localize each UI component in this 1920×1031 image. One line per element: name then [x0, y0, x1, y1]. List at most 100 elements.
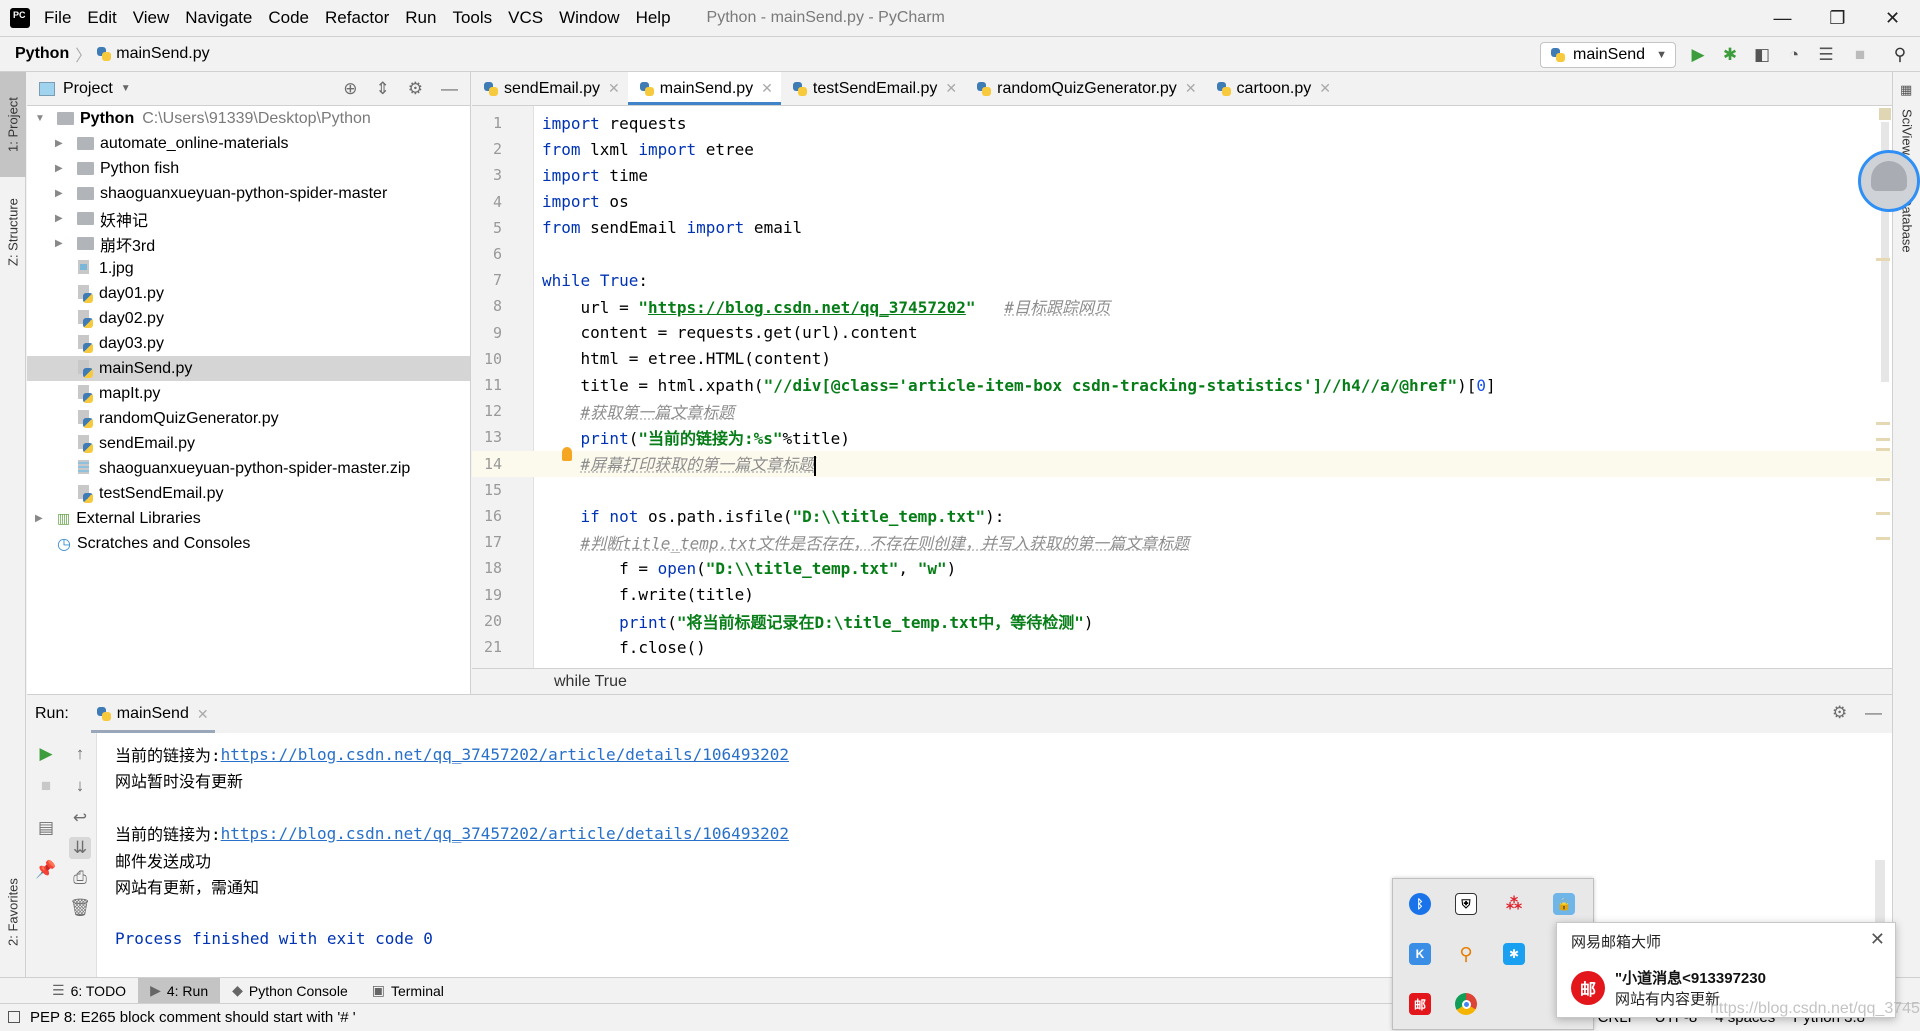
rerun-icon[interactable]: ▶	[35, 743, 57, 765]
lightbulb-icon[interactable]	[562, 447, 572, 461]
editor-tab[interactable]: testSendEmail.py ✕	[781, 72, 965, 105]
tree-item[interactable]: shaoguanxueyuan-python-spider-master.zip	[27, 456, 470, 481]
code-line[interactable]: 17 #判断title_temp.txt文件是否存在，不存在则创建，并写入获取的…	[472, 529, 1892, 555]
code-line[interactable]: 1 import requests	[472, 110, 1892, 136]
layout-icon[interactable]: ▤	[35, 817, 57, 839]
editor-tab[interactable]: randomQuizGenerator.py ✕	[965, 72, 1204, 105]
expand-arrow-icon[interactable]: ▶	[55, 138, 67, 149]
structure-tool-tab[interactable]: Z: Structure	[0, 182, 26, 282]
code-line[interactable]: 5 from sendEmail import email	[472, 215, 1892, 241]
code-line[interactable]: 9 content = requests.get(url).content	[472, 320, 1892, 346]
minimize-button[interactable]: —	[1755, 0, 1810, 36]
gear-icon[interactable]: ⚙	[408, 79, 423, 99]
stop-icon[interactable]: ■	[1850, 45, 1870, 65]
scroll-marker[interactable]	[1876, 448, 1890, 451]
menu-view[interactable]: View	[133, 8, 170, 28]
close-icon[interactable]: ✕	[761, 80, 773, 97]
tree-item[interactable]: day01.py	[27, 281, 470, 306]
expand-arrow-icon[interactable]: ▼	[35, 113, 47, 124]
chat-star-icon[interactable]: ✱	[1503, 943, 1525, 965]
menu-tools[interactable]: Tools	[452, 8, 492, 28]
favorites-tool-tab[interactable]: 2: Favorites	[0, 862, 26, 962]
code-line[interactable]: 18 f = open("D:\\title_temp.txt", "w")	[472, 555, 1892, 581]
breadcrumb-file[interactable]: mainSend.py	[116, 45, 209, 63]
locate-icon[interactable]: ⊕	[343, 79, 357, 99]
print-icon[interactable]: ⎙	[69, 867, 91, 889]
expand-arrow-icon[interactable]: ▶	[55, 213, 67, 224]
concurrency-icon[interactable]: ☰	[1816, 45, 1836, 65]
code-editor[interactable]: 1 import requests 2 from lxml import etree 3…	[472, 106, 1892, 668]
project-title[interactable]: Project	[63, 80, 113, 98]
menu-file[interactable]: File	[44, 8, 71, 28]
tree-item[interactable]: ▶ automate_online-materials	[27, 131, 470, 156]
code-line[interactable]: 21 f.close()	[472, 634, 1892, 660]
code-line[interactable]: 7 while True:	[472, 267, 1892, 293]
hide-panel-icon[interactable]: —	[1865, 703, 1882, 723]
console-link[interactable]: https://blog.csdn.net/qq_37457202/articl…	[221, 824, 789, 843]
code-line[interactable]: 13 print("当前的链接为:%s"%title)	[472, 424, 1892, 450]
tree-item[interactable]: mapIt.py	[27, 381, 470, 406]
expand-arrow-icon[interactable]: ▶	[55, 188, 67, 199]
breadcrumb-root[interactable]: Python	[15, 45, 69, 63]
close-icon[interactable]: ✕	[197, 706, 209, 723]
tree-root[interactable]: ▼ Python C:\Users\91339\Desktop\Python	[27, 106, 470, 131]
tree-item[interactable]: sendEmail.py	[27, 431, 470, 456]
code-line[interactable]: 12 #获取第一篇文章标题	[472, 398, 1892, 424]
security-shield-icon[interactable]: ⛨	[1455, 893, 1477, 915]
trash-icon[interactable]: 🗑	[69, 897, 91, 919]
down-arrow-icon[interactable]: ↓	[69, 775, 91, 797]
stop-icon[interactable]: ■	[35, 775, 57, 797]
scroll-marker[interactable]	[1876, 512, 1890, 515]
bottom-tab[interactable]: ▣ Terminal	[360, 978, 456, 1004]
code-line[interactable]: 14 #屏幕打印获取的第一篇文章标题	[472, 450, 1892, 477]
close-icon[interactable]: ✕	[608, 80, 620, 97]
tree-item[interactable]: day03.py	[27, 331, 470, 356]
close-window-button[interactable]: ✕	[1865, 0, 1920, 36]
code-line[interactable]: 8 url = "https://blog.csdn.net/qq_374572…	[472, 293, 1892, 319]
assistant-mascot-icon[interactable]	[1858, 150, 1920, 212]
status-toggle-icon[interactable]	[8, 1011, 20, 1023]
search-icon[interactable]: ⚲	[1890, 45, 1910, 65]
code-line[interactable]: 19 f.write(title)	[472, 582, 1892, 608]
menu-vcs[interactable]: VCS	[508, 8, 543, 28]
restore-button[interactable]: ❐	[1810, 0, 1865, 36]
scroll-marker[interactable]	[1876, 422, 1890, 425]
mail-app-icon[interactable]: 邮	[1409, 993, 1431, 1015]
tree-item[interactable]: ▶ Python fish	[27, 156, 470, 181]
code-line[interactable]: 6	[472, 241, 1892, 267]
menu-help[interactable]: Help	[636, 8, 671, 28]
tree-item[interactable]: testSendEmail.py	[27, 481, 470, 506]
scroll-marker[interactable]	[1876, 537, 1890, 540]
project-tool-tab[interactable]: 1: Project	[0, 72, 26, 177]
run-icon[interactable]: ▶	[1688, 45, 1708, 65]
close-icon[interactable]: ✕	[1319, 80, 1331, 97]
chrome-icon[interactable]	[1455, 993, 1477, 1015]
tree-item[interactable]: mainSend.py	[27, 356, 470, 381]
code-line[interactable]: 16 if not os.path.isfile("D:\\title_temp…	[472, 503, 1892, 529]
menu-navigate[interactable]: Navigate	[185, 8, 252, 28]
tree-item[interactable]: day02.py	[27, 306, 470, 331]
code-line[interactable]: 20 print("将当前标题记录在D:\title_temp.txt中，等待检…	[472, 608, 1892, 634]
bottom-tab[interactable]: ◆ Python Console	[220, 978, 360, 1004]
app-dots-icon[interactable]: ⁂	[1503, 893, 1525, 915]
close-icon[interactable]: ✕	[1870, 929, 1885, 950]
tree-external-libraries[interactable]: ▶ ▥ External Libraries	[27, 506, 470, 531]
editor-tab[interactable]: cartoon.py ✕	[1205, 72, 1339, 105]
expand-arrow-icon[interactable]: ▶	[55, 238, 67, 249]
menu-edit[interactable]: Edit	[87, 8, 116, 28]
gear-icon[interactable]: ⚙	[1832, 703, 1847, 723]
inspection-status-icon[interactable]	[1879, 108, 1891, 120]
close-icon[interactable]: ✕	[1185, 80, 1197, 97]
profile-icon[interactable]: ◔	[1784, 45, 1804, 65]
code-line[interactable]: 3 import time	[472, 162, 1892, 188]
coverage-icon[interactable]: ◧	[1752, 45, 1772, 65]
editor-tab[interactable]: sendEmail.py ✕	[472, 72, 628, 105]
up-arrow-icon[interactable]: ↑	[69, 743, 91, 765]
tree-item[interactable]: 1.jpg	[27, 256, 470, 281]
code-line[interactable]: 2 from lxml import etree	[472, 136, 1892, 162]
close-icon[interactable]: ✕	[945, 80, 957, 97]
scroll-marker[interactable]	[1876, 438, 1890, 441]
scroll-to-end-icon[interactable]: ⇊	[69, 837, 91, 859]
collapse-all-icon[interactable]: ⇕	[376, 79, 390, 99]
code-line[interactable]: 10 html = etree.HTML(content)	[472, 346, 1892, 372]
